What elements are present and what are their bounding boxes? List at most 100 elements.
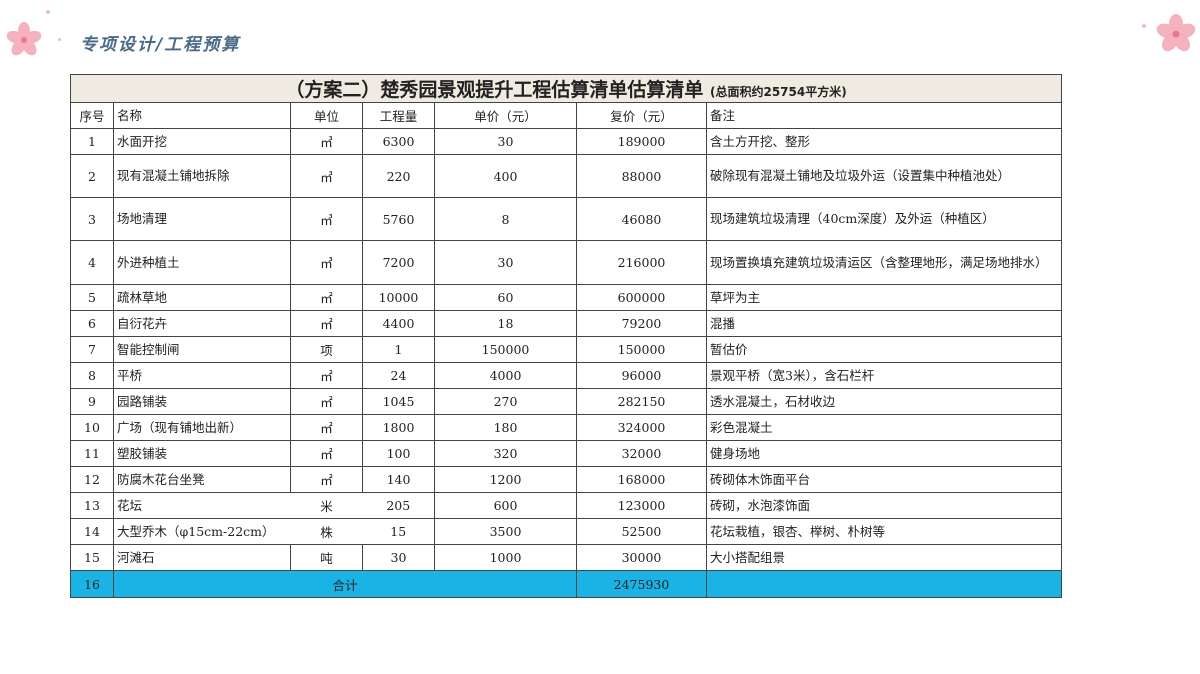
cell-total-price: 52500 — [576, 518, 707, 545]
cell-quantity: 1 — [362, 336, 435, 363]
cell-unit-price: 150000 — [434, 336, 577, 363]
cell-unit-price: 8 — [434, 197, 577, 241]
cell-name: 花坛 — [113, 492, 291, 519]
cell-unit: ㎥ — [290, 128, 363, 155]
cell-quantity: 24 — [362, 362, 435, 389]
table-row: 6 自衍花卉㎡ 4400 18 79200 混播 — [70, 310, 1063, 337]
cell-unit-price: 60 — [434, 284, 577, 311]
cell-total-price: 32000 — [576, 440, 707, 467]
cell-index: 1 — [70, 128, 114, 155]
cell-unit: ㎥ — [290, 197, 363, 241]
cell-index: 10 — [70, 414, 114, 441]
cell-total-price: 88000 — [576, 154, 707, 198]
cell-quantity: 5760 — [362, 197, 435, 241]
column-header-unit: 单位 — [290, 102, 363, 129]
total-label: 合计 — [113, 570, 577, 598]
cell-quantity: 140 — [362, 466, 435, 493]
cell-total-price: 123000 — [576, 492, 707, 519]
cell-total-price: 79200 — [576, 310, 707, 337]
table-row: 2 现有混凝土铺地拆除㎥ 220 400 88000 破除现有混凝土铺地及垃圾外运（设置集… — [70, 154, 1063, 198]
cell-index: 11 — [70, 440, 114, 467]
cell-index: 4 — [70, 240, 114, 285]
column-header-note: 备注 — [705, 102, 1063, 129]
cell-total-price: 216000 — [576, 240, 707, 285]
cell-index: 15 — [70, 544, 114, 571]
cell-index: 14 — [70, 518, 114, 545]
cell-name: 疏林草地 — [113, 284, 291, 311]
cell-unit: ㎡ — [290, 414, 363, 441]
cell-unit: ㎥ — [290, 154, 363, 198]
cell-note: 彩色混凝土 — [705, 414, 1063, 441]
cell-name: 平桥 — [113, 362, 291, 389]
cell-note: 景观平桥（宽3米），含石栏杆 — [705, 362, 1063, 389]
cell-unit: 项 — [290, 336, 363, 363]
cell-name: 现有混凝土铺地拆除 — [113, 154, 291, 198]
cell-quantity: 220 — [362, 154, 435, 198]
total-row: 16 合计 2475930 — [70, 570, 1063, 598]
table-subtitle: (总面积约25754平方米) — [709, 85, 847, 99]
column-header-quantity: 工程量 — [362, 102, 435, 129]
table-row: 8 平桥㎡ 24 4000 96000 景观平桥（宽3米），含石栏杆 — [70, 362, 1063, 389]
cell-quantity: 4400 — [362, 310, 435, 337]
total-value: 2475930 — [576, 570, 707, 598]
cell-quantity: 6300 — [362, 128, 435, 155]
cell-quantity: 1045 — [362, 388, 435, 415]
cell-quantity: 100 — [362, 440, 435, 467]
cell-unit-price: 320 — [434, 440, 577, 467]
cell-total-price: 600000 — [576, 284, 707, 311]
cell-index: 7 — [70, 336, 114, 363]
cell-unit: ㎡ — [290, 388, 363, 415]
total-index: 16 — [70, 570, 114, 598]
cell-index: 9 — [70, 388, 114, 415]
cell-index: 2 — [70, 154, 114, 198]
cell-quantity: 205 — [362, 492, 435, 519]
cell-name: 大型乔木（φ15cm-22cm） — [113, 518, 291, 545]
cell-name: 水面开挖 — [113, 128, 291, 155]
cell-unit-price: 400 — [434, 154, 577, 198]
cell-note: 大小搭配组景 — [705, 544, 1063, 571]
cell-unit: ㎡ — [290, 466, 363, 493]
cell-note: 砖砌，水泡漆饰面 — [705, 492, 1063, 519]
cell-unit: ㎡ — [290, 284, 363, 311]
column-header-index: 序号 — [70, 102, 114, 129]
cell-total-price: 324000 — [576, 414, 707, 441]
cell-total-price: 150000 — [576, 336, 707, 363]
total-note — [705, 570, 1063, 598]
cell-name: 自衍花卉 — [113, 310, 291, 337]
cell-name: 塑胶铺装 — [113, 440, 291, 467]
cell-unit-price: 30 — [434, 128, 577, 155]
cell-note: 透水混凝土，石材收边 — [705, 388, 1063, 415]
cell-note: 砖砌体木饰面平台 — [705, 466, 1063, 493]
table-row: 5 疏林草地㎡ 10000 60 600000 草坪为主 — [70, 284, 1063, 311]
cell-name: 场地清理 — [113, 197, 291, 241]
table-title: （方案二）楚秀园景观提升工程估算清单估算清单 (总面积约25754平方米) — [69, 74, 1063, 103]
decor-dot — [46, 10, 50, 14]
table-row: 11 塑胶铺装㎡ 100 320 32000 健身场地 — [70, 440, 1063, 467]
table-title-row: （方案二）楚秀园景观提升工程估算清单估算清单 (总面积约25754平方米) — [69, 74, 1063, 103]
cell-name: 广场（现有铺地出新） — [113, 414, 291, 441]
cell-index: 6 — [70, 310, 114, 337]
column-header-unit-price: 单价（元） — [434, 102, 577, 129]
cell-unit: 株 — [290, 518, 363, 545]
cherry-blossom-icon — [6, 22, 42, 56]
cell-unit-price: 30 — [434, 240, 577, 285]
table-row: 10 广场（现有铺地出新）㎡ 1800 180 324000 彩色混凝土 — [70, 414, 1063, 441]
cell-index: 13 — [70, 492, 114, 519]
cell-note: 混播 — [705, 310, 1063, 337]
cell-total-price: 96000 — [576, 362, 707, 389]
table-row: 14 大型乔木（φ15cm-22cm）株 15 3500 52500 花坛栽植，银杏、榉树… — [70, 518, 1063, 545]
column-header-total-price: 复价（元） — [576, 102, 707, 129]
cell-name: 外进种植土 — [113, 240, 291, 285]
decor-dot — [58, 38, 61, 41]
cell-total-price: 282150 — [576, 388, 707, 415]
cell-index: 12 — [70, 466, 114, 493]
cell-unit-price: 1000 — [434, 544, 577, 571]
cell-total-price: 30000 — [576, 544, 707, 571]
cell-quantity: 15 — [362, 518, 435, 545]
cell-index: 3 — [70, 197, 114, 241]
cell-unit-price: 1200 — [434, 466, 577, 493]
cell-total-price: 46080 — [576, 197, 707, 241]
cell-note: 现场置换填充建筑垃圾清运区（含整理地形，满足场地排水） — [705, 240, 1063, 285]
cell-unit: ㎡ — [290, 362, 363, 389]
cell-name: 河滩石 — [113, 544, 291, 571]
